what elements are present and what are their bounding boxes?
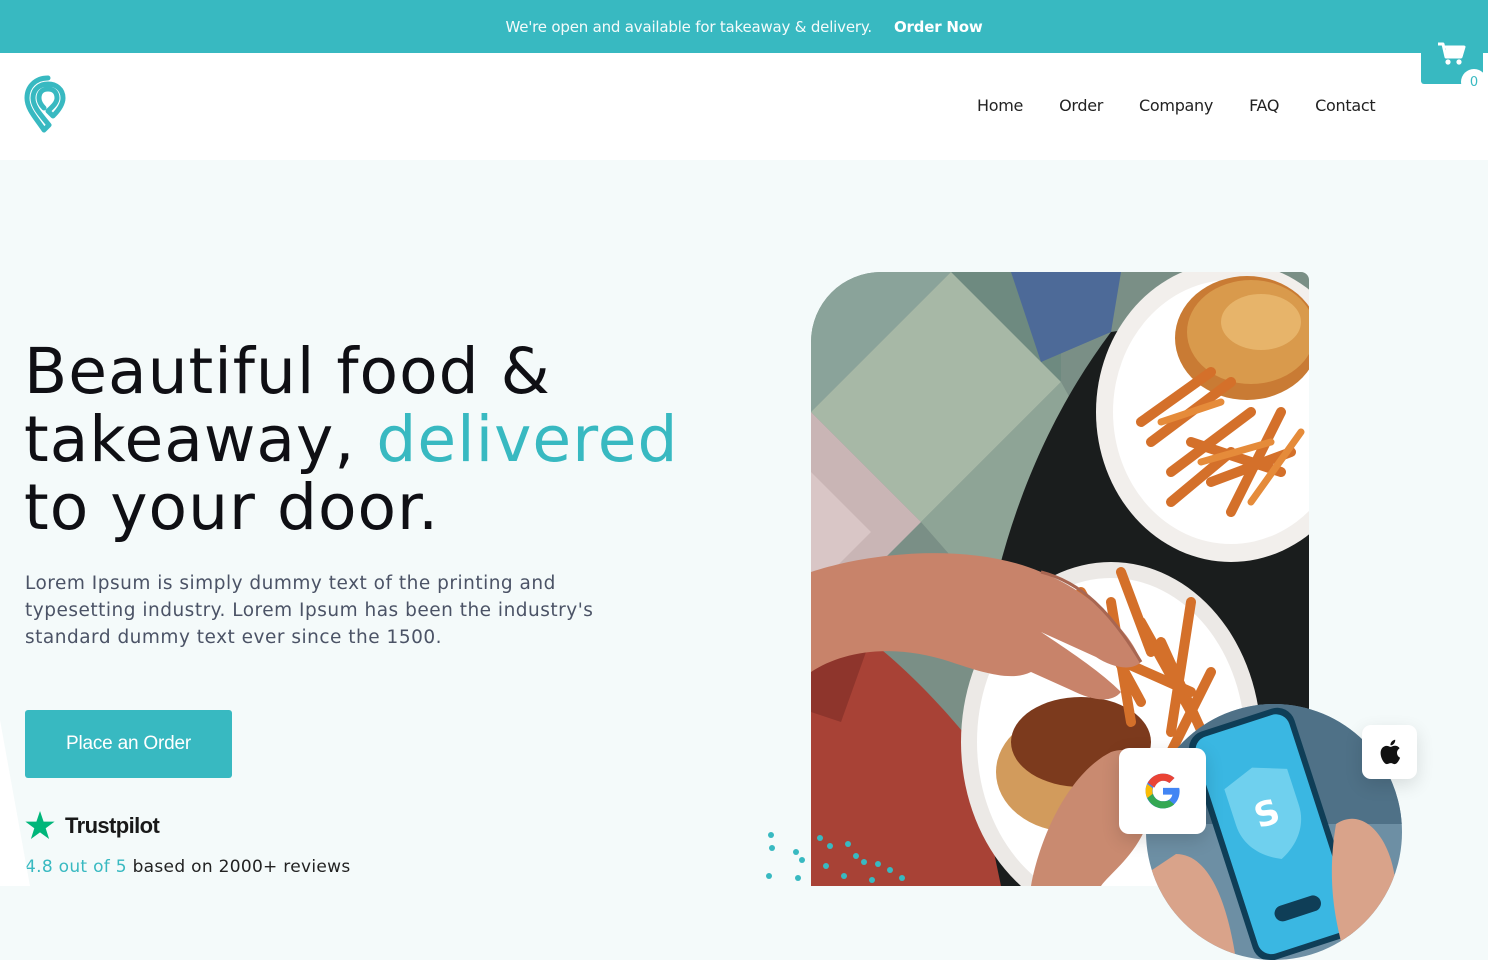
trustpilot-brand: Trustpilot: [65, 812, 160, 838]
hero-title-line3: to your door.: [24, 471, 440, 544]
hero-title: Beautiful food & takeaway, delivered to …: [24, 338, 744, 542]
main-nav: Home Order Company FAQ Contact: [977, 96, 1376, 115]
cart-icon: [1438, 42, 1466, 65]
apple-icon: [1380, 739, 1400, 765]
location-pin-logo-icon[interactable]: [24, 75, 72, 135]
google-icon: [1145, 773, 1180, 809]
apple-badge[interactable]: [1362, 725, 1417, 779]
trustpilot-logo[interactable]: Trustpilot: [25, 811, 160, 840]
cart-count-badge: 0: [1461, 69, 1487, 95]
decorative-shape: [0, 720, 30, 886]
announcement-message: We're open and available for takeaway & …: [505, 17, 872, 36]
rating-highlight: 4.8 out of 5: [25, 857, 127, 877]
site-header: Home Order Company FAQ Contact: [0, 53, 1488, 160]
hero-title-line1: Beautiful food &: [24, 335, 551, 408]
place-order-button[interactable]: Place an Order: [25, 710, 232, 778]
nav-order[interactable]: Order: [1059, 96, 1103, 115]
hero-title-accent: delivered: [376, 403, 679, 476]
order-now-link[interactable]: Order Now: [894, 18, 983, 36]
hero-description: Lorem Ipsum is simply dummy text of the …: [25, 573, 594, 648]
announcement-bar: We're open and available for takeaway & …: [0, 0, 1488, 53]
nav-home[interactable]: Home: [977, 96, 1023, 115]
nav-company[interactable]: Company: [1139, 96, 1213, 115]
google-badge[interactable]: [1119, 748, 1206, 834]
hero-title-line2-prefix: takeaway,: [24, 403, 377, 476]
nav-contact[interactable]: Contact: [1315, 96, 1375, 115]
nav-faq[interactable]: FAQ: [1249, 96, 1279, 115]
rating-rest: based on 2000+ reviews: [126, 857, 351, 877]
decorative-dots: [766, 832, 905, 883]
rating-text: 4.8 out of 5 based on 2000+ reviews: [25, 857, 350, 877]
